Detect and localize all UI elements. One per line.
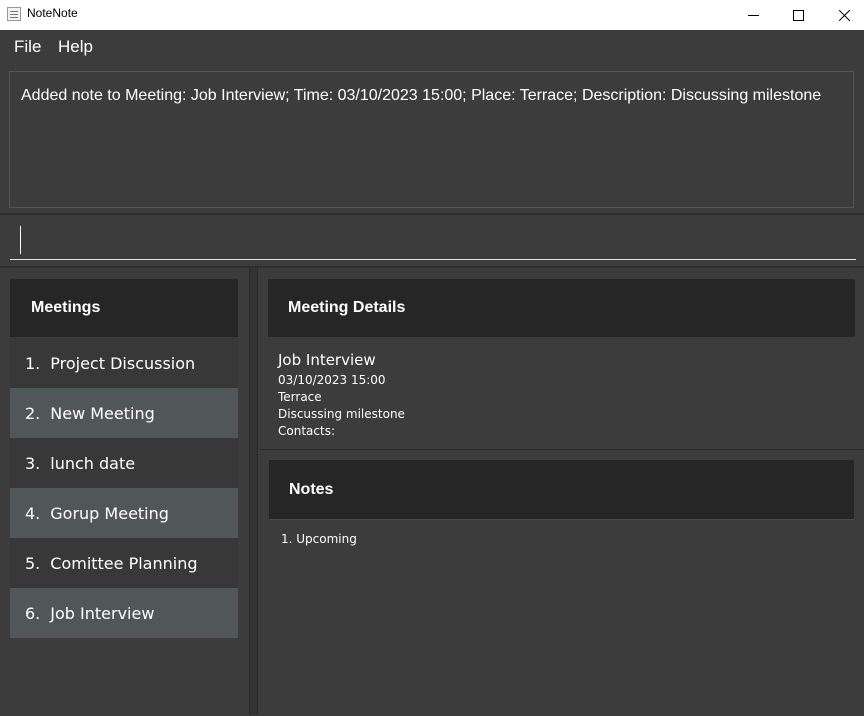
- result-display: Added note to Meeting: Job Interview; Ti…: [9, 71, 854, 208]
- meetings-header: Meetings: [10, 279, 238, 337]
- meeting-index: 2.: [25, 403, 41, 423]
- meeting-name: lunch date: [50, 453, 136, 473]
- meeting-list-item[interactable]: 3. lunch date: [10, 438, 238, 488]
- meeting-index: 6.: [25, 603, 41, 623]
- notebook-icon: [7, 7, 21, 21]
- maximize-icon: [792, 9, 804, 21]
- menu-bar: File Help: [0, 30, 864, 64]
- divider: [260, 449, 864, 450]
- divider: [0, 213, 864, 215]
- meeting-place: Terrace: [278, 390, 322, 404]
- meetings-title: Meetings: [31, 299, 101, 316]
- meeting-list-item[interactable]: 5. Comittee Planning: [10, 538, 238, 588]
- meeting-name: Job Interview: [50, 603, 155, 623]
- minimize-button[interactable]: [730, 0, 776, 30]
- command-input[interactable]: [10, 223, 856, 260]
- notes-title: Notes: [289, 480, 334, 498]
- minimize-icon: [747, 14, 759, 16]
- note-item: 1. Upcoming: [281, 532, 357, 546]
- meeting-details-title: Meeting Details: [288, 299, 406, 316]
- meeting-contacts: Contacts:: [278, 424, 335, 438]
- meeting-name: Comittee Planning: [50, 553, 198, 573]
- meeting-list-item[interactable]: 6. Job Interview: [10, 588, 238, 638]
- meeting-time: 03/10/2023 15:00: [278, 373, 386, 387]
- title-bar: NoteNote: [0, 0, 864, 30]
- result-message: Added note to Meeting: Job Interview; Ti…: [21, 87, 822, 104]
- menu-file[interactable]: File: [14, 37, 41, 57]
- meeting-name: Project Discussion: [50, 353, 196, 373]
- meeting-name: Gorup Meeting: [50, 503, 169, 523]
- close-icon: [838, 9, 851, 22]
- window-title: NoteNote: [27, 6, 78, 20]
- meeting-details-header: Meeting Details: [268, 279, 855, 337]
- meeting-index: 3.: [25, 453, 41, 473]
- meeting-list-item[interactable]: 1. Project Discussion: [10, 338, 238, 388]
- notes-list[interactable]: 1. Upcoming: [270, 519, 854, 716]
- split-pane-divider[interactable]: [249, 268, 258, 715]
- meeting-title: Job Interview: [278, 351, 376, 369]
- meeting-list-item[interactable]: 2. New Meeting: [10, 388, 238, 438]
- meeting-index: 1.: [25, 353, 41, 373]
- meeting-index: 4.: [25, 503, 41, 523]
- meeting-description: Discussing milestone: [278, 407, 405, 421]
- menu-help[interactable]: Help: [58, 37, 93, 57]
- close-button[interactable]: [821, 0, 864, 30]
- command-area: [0, 217, 864, 267]
- meeting-name: New Meeting: [50, 403, 155, 423]
- meeting-index: 5.: [25, 553, 41, 573]
- text-caret: [20, 226, 21, 254]
- maximize-button[interactable]: [775, 0, 821, 30]
- meeting-list-item[interactable]: 4. Gorup Meeting: [10, 488, 238, 538]
- meeting-details-card: Job Interview 03/10/2023 15:00 Terrace D…: [278, 351, 405, 440]
- notes-header: Notes: [269, 460, 854, 519]
